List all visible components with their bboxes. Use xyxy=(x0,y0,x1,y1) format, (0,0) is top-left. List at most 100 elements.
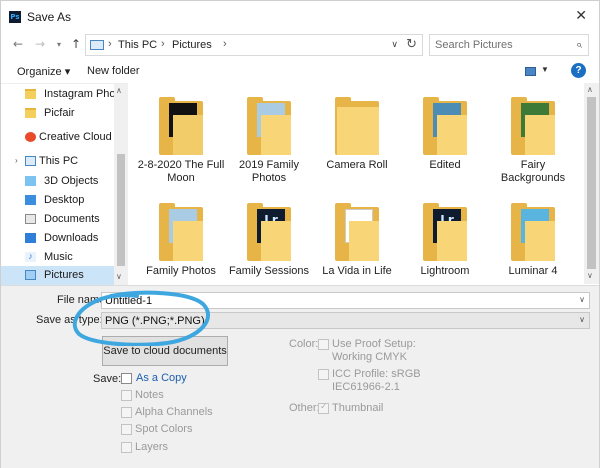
view-dropdown-icon[interactable]: ▼ xyxy=(541,65,549,74)
icc-profile-label: ICC Profile: sRGB xyxy=(332,368,421,380)
save-to-cloud-button[interactable]: Save to cloud documents xyxy=(102,336,228,366)
folder-icon xyxy=(25,108,36,118)
title-bar: Ps Save As ✕ xyxy=(1,1,599,31)
thumbnail-checkbox[interactable] xyxy=(318,402,329,414)
pc-icon xyxy=(90,40,104,50)
scroll-down-icon[interactable]: ∨ xyxy=(116,272,122,281)
nav-item-pictures[interactable]: Pictures xyxy=(1,266,114,285)
folder-label: 2019 Family Photos xyxy=(239,159,299,184)
nav-item-instagram-photo[interactable]: Instagram Photo xyxy=(1,85,114,104)
refresh-icon[interactable]: ↻ xyxy=(406,37,417,52)
proof-setup-value: Working CMYK xyxy=(332,351,407,363)
notes-checkbox[interactable] xyxy=(121,390,132,401)
layers-label: Layers xyxy=(135,441,169,453)
folder-icon: Lr xyxy=(423,203,467,261)
organize-button[interactable]: Organize ▾ xyxy=(17,65,70,78)
documents-icon xyxy=(25,214,36,224)
file-list-scrollbar[interactable]: ∧ ∨ xyxy=(584,83,599,284)
use-proof-setup-label: Use Proof Setup: xyxy=(332,338,416,350)
save-as-type-label: Save as type: xyxy=(36,314,103,326)
as-a-copy-label[interactable]: As a Copy xyxy=(136,372,187,384)
search-input[interactable]: Search Pictures ⌕ xyxy=(429,34,589,56)
nav-item-music[interactable]: ♪ Music xyxy=(1,248,114,267)
folder-label: Luminar 4 xyxy=(508,265,558,277)
up-arrow-icon[interactable]: ↑ xyxy=(71,37,81,51)
file-list-scroll-thumb[interactable] xyxy=(587,97,596,269)
folder-icon xyxy=(25,89,36,99)
back-arrow-icon[interactable]: ← xyxy=(13,37,23,51)
scroll-up-icon[interactable]: ∧ xyxy=(587,85,593,94)
folder-icon xyxy=(511,97,555,155)
help-icon[interactable]: ? xyxy=(571,63,586,78)
spot-colors-checkbox[interactable] xyxy=(121,424,132,435)
use-proof-setup-checkbox[interactable] xyxy=(318,339,329,350)
layers-checkbox[interactable] xyxy=(121,442,132,453)
recent-locations-chevron-icon[interactable]: ▾ xyxy=(57,40,61,49)
folder-icon xyxy=(247,97,291,155)
nav-item-label: Music xyxy=(44,251,73,263)
scroll-up-icon[interactable]: ∧ xyxy=(116,86,122,95)
nav-item-3d-objects[interactable]: 3D Objects xyxy=(1,172,114,191)
breadcrumb-this-pc[interactable]: This PC xyxy=(118,39,157,51)
3d-objects-icon xyxy=(25,176,36,186)
icc-profile-checkbox[interactable] xyxy=(318,369,329,380)
folder-icon xyxy=(423,97,467,155)
save-as-type-value: PNG (*.PNG;*.PNG) xyxy=(105,315,205,327)
window-title: Save As xyxy=(27,10,72,24)
nav-item-this-pc[interactable]: › This PC xyxy=(1,152,114,171)
as-a-copy-checkbox[interactable] xyxy=(121,373,132,384)
save-as-dialog: Ps Save As ✕ ← → ▾ ↑ › This PC › Picture… xyxy=(0,0,600,468)
breadcrumb-separator[interactable]: › xyxy=(223,38,227,50)
alpha-channels-checkbox[interactable] xyxy=(121,407,132,418)
folder-label: La Vida in Life xyxy=(322,265,392,277)
address-bar[interactable]: › This PC › Pictures › ∨ ↻ xyxy=(85,34,423,56)
search-icon: ⌕ xyxy=(575,38,582,51)
nav-scroll-thumb[interactable] xyxy=(117,154,125,266)
nav-item-label: This PC xyxy=(39,155,79,167)
notes-label: Notes xyxy=(135,389,164,401)
nav-item-documents[interactable]: Documents xyxy=(1,210,114,229)
new-folder-button[interactable]: New folder xyxy=(87,65,140,77)
nav-item-label: Desktop xyxy=(44,194,85,206)
save-as-type-select[interactable]: PNG (*.PNG;*.PNG) ∨ xyxy=(101,312,590,329)
breadcrumb-pictures[interactable]: Pictures xyxy=(172,39,212,51)
photoshop-icon: Ps xyxy=(9,11,21,23)
icc-profile-value: IEC61966-2.1 xyxy=(332,381,400,393)
nav-item-label: Instagram Photo xyxy=(44,88,114,100)
forward-arrow-icon[interactable]: → xyxy=(35,37,45,51)
address-row: ← → ▾ ↑ › This PC › Pictures › ∨ ↻ Searc… xyxy=(1,31,599,59)
alpha-channels-label: Alpha Channels xyxy=(135,406,213,418)
folder-label: 2-8-2020 The Full Moon xyxy=(137,159,225,184)
nav-scrollbar[interactable]: ∧ ∨ xyxy=(114,84,128,285)
nav-item-label: 3D Objects xyxy=(44,175,99,187)
scroll-down-icon[interactable]: ∨ xyxy=(587,271,593,280)
file-list: 2-8-2020 The Full Moon 2019 Family Photo… xyxy=(129,83,584,284)
color-label: Color: xyxy=(289,338,319,350)
nav-item-label: Pictures xyxy=(44,269,84,281)
file-name-field[interactable]: Untitled-1 ∨ xyxy=(101,292,590,309)
chevron-down-icon[interactable]: ∨ xyxy=(579,315,585,324)
other-label: Other: xyxy=(289,402,320,414)
close-icon[interactable]: ✕ xyxy=(575,7,587,24)
folder-icon xyxy=(511,203,555,261)
music-icon: ♪ xyxy=(25,252,36,262)
folder-icon: Lr xyxy=(247,203,291,261)
thumbnail-label: Thumbnail xyxy=(332,402,384,414)
pictures-icon xyxy=(25,270,36,280)
save-label: Save: xyxy=(93,373,122,385)
address-dropdown-icon[interactable]: ∨ xyxy=(391,39,398,50)
save-options-panel: File name: Untitled-1 ∨ Save as type: PN… xyxy=(1,285,599,468)
spot-colors-label: Spot Colors xyxy=(135,423,193,435)
breadcrumb-separator[interactable]: › xyxy=(161,38,165,50)
nav-item-downloads[interactable]: Downloads xyxy=(1,229,114,248)
nav-item-creative-cloud[interactable]: Creative Cloud File xyxy=(1,128,115,147)
view-options-icon[interactable] xyxy=(525,67,536,76)
file-name-value: Untitled-1 xyxy=(105,295,153,307)
breadcrumb-separator[interactable]: › xyxy=(108,38,112,50)
nav-item-picfair[interactable]: Picfair xyxy=(1,104,114,123)
nav-item-label: Creative Cloud File xyxy=(39,131,115,143)
desktop-icon xyxy=(25,195,36,205)
expand-chevron-icon[interactable]: › xyxy=(15,156,18,165)
chevron-down-icon[interactable]: ∨ xyxy=(579,295,585,304)
nav-item-desktop[interactable]: Desktop xyxy=(1,191,114,210)
